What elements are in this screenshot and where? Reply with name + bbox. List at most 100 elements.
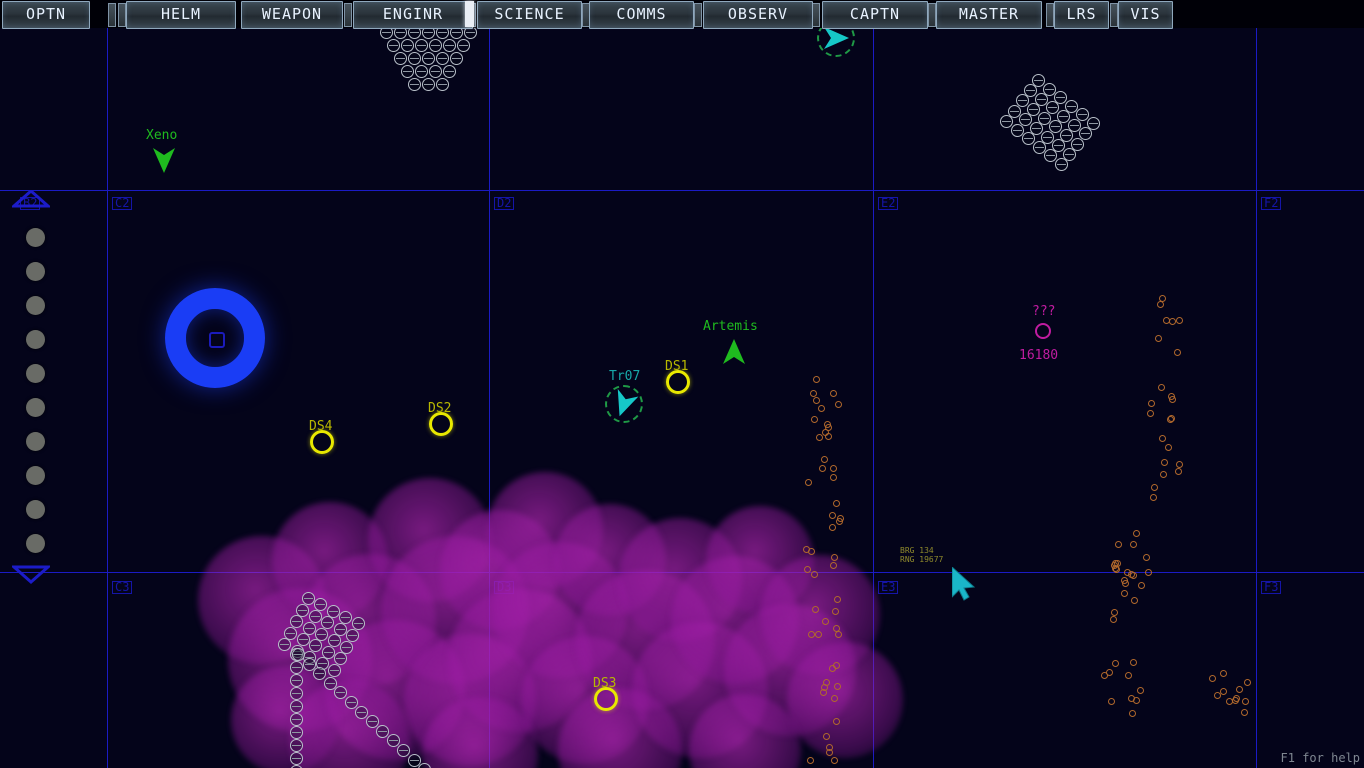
toolbar-separator [108,3,116,27]
station-ring-icon[interactable] [594,687,618,711]
zoom-slider[interactable] [8,190,50,590]
asteroid-dot [1219,687,1227,695]
grid-line-horizontal [0,190,1364,191]
grid-line-vertical [1256,28,1257,768]
asteroid-dot [1220,669,1228,677]
mine-marker [345,629,359,642]
zoom-step-10[interactable] [26,534,45,553]
asteroid-dot [1137,686,1145,694]
station-ring-icon[interactable] [666,370,690,394]
asteroid-dot [1124,671,1132,679]
zoom-step-6[interactable] [26,398,45,417]
mine-marker [290,687,303,700]
asteroid-dot [831,756,839,764]
zoom-step-1[interactable] [26,228,45,247]
mine-marker [436,78,449,91]
mine-marker [397,744,410,757]
player-ship-artemis[interactable] [721,338,747,370]
toolbar-button-vis[interactable]: VIS [1118,1,1173,29]
asteroid-dot [835,401,843,409]
asteroid-dot [1120,577,1128,585]
sector-label-c3: C3 [112,581,133,594]
asteroid-dot [1176,316,1184,324]
mine-marker [365,715,379,729]
friendly-ship-tr07[interactable] [611,388,639,422]
asteroid-dot [1166,416,1174,423]
zoom-step-7[interactable] [26,432,45,451]
asteroid-dot [810,415,818,423]
asteroid-dot [829,474,837,482]
enemy-ship-xeno[interactable] [151,146,177,178]
zoom-step-2[interactable] [26,262,45,281]
toolbar-separator [1110,3,1118,27]
sector-label-c2: C2 [112,197,133,210]
asteroid-dot [802,545,810,553]
mine-marker [418,763,431,768]
unknown-contact-icon[interactable] [1035,323,1051,339]
toolbar-button-enginr[interactable]: ENGINR [353,1,473,29]
toolbar-button-helm[interactable]: HELM [126,1,236,29]
station-ring-icon[interactable] [429,412,453,436]
zoom-step-4[interactable] [26,330,45,349]
zoom-step-9[interactable] [26,500,45,519]
asteroid-dot [824,433,832,441]
zoom-step-3[interactable] [26,296,45,315]
mine-marker [422,78,435,91]
asteroid-dot [1235,685,1243,693]
asteroid-dot [1209,674,1217,682]
asteroid-dot [828,512,836,520]
asteroid-dot [1144,568,1152,576]
asteroid-dot [828,524,836,532]
asteroid-dot [1147,409,1155,417]
toolbar-cursor [465,1,474,27]
toolbar-button-captn[interactable]: CAPTN [822,1,928,29]
toolbar-button-observ[interactable]: OBSERV [703,1,813,29]
sector-label-f2: F2 [1261,197,1282,210]
toolbar-separator [694,3,702,27]
asteroid-dot [1165,444,1173,452]
mine-marker [290,713,303,726]
unknown-contact-label: ??? [1032,304,1056,319]
asteroid-dot [1232,696,1240,704]
toolbar-separator [1046,3,1054,27]
asteroid-dot [831,607,839,615]
asteroid-dot [1133,697,1141,705]
asteroid-dot [829,465,837,473]
toolbar-button-comms[interactable]: COMMS [589,1,694,29]
asteroid-dot [807,756,815,764]
asteroid-dot [830,390,838,398]
asteroid-dot [1132,530,1140,538]
mine-marker [422,52,435,65]
asteroid-dot [803,565,811,573]
asteroid-dot [819,464,827,472]
mine-marker [429,39,442,52]
asteroid-dot [1160,471,1168,479]
toolbar-button-science[interactable]: SCIENCE [477,1,582,29]
asteroid-dot [1240,708,1248,716]
radar-field[interactable]: C2D2E2F2C3D3E3F3B2 DS1DS2DS3DS4 ArtemisX… [0,0,1364,768]
toolbar-button-optn[interactable]: OPTN [2,1,90,29]
asteroid-dot [809,389,817,397]
zoom-step-8[interactable] [26,466,45,485]
mine-marker [290,739,303,752]
mine-marker [290,726,303,739]
toolbar-button-lrs[interactable]: LRS [1054,1,1109,29]
artemis-lrs-screen: C2D2E2F2C3D3E3F3B2 DS1DS2DS3DS4 ArtemisX… [0,0,1364,768]
asteroid-dot [813,376,821,384]
station-ring-icon[interactable] [310,430,334,454]
zoom-step-5[interactable] [26,364,45,383]
mine-marker [290,700,303,713]
asteroid-dot [1105,669,1113,677]
station-toolbar[interactable]: OPTN HELM WEAPON ENGINR SCIENCE COMMS OBSERV CA… [0,0,1364,29]
asteroid-dot [1213,691,1221,699]
toolbar-button-master[interactable]: MASTER [936,1,1042,29]
asteroid-dot [833,596,841,604]
mine-marker [394,52,407,65]
toolbar-button-weapon[interactable]: WEAPON [241,1,343,29]
bearing-range-readout: BRG 134 RNG 19677 [900,546,943,564]
asteroid-dot [1138,582,1146,590]
asteroid-dot [1129,709,1137,717]
asteroid-dot [824,420,832,428]
asteroid-dot [1168,396,1176,404]
mine-marker [415,39,428,52]
